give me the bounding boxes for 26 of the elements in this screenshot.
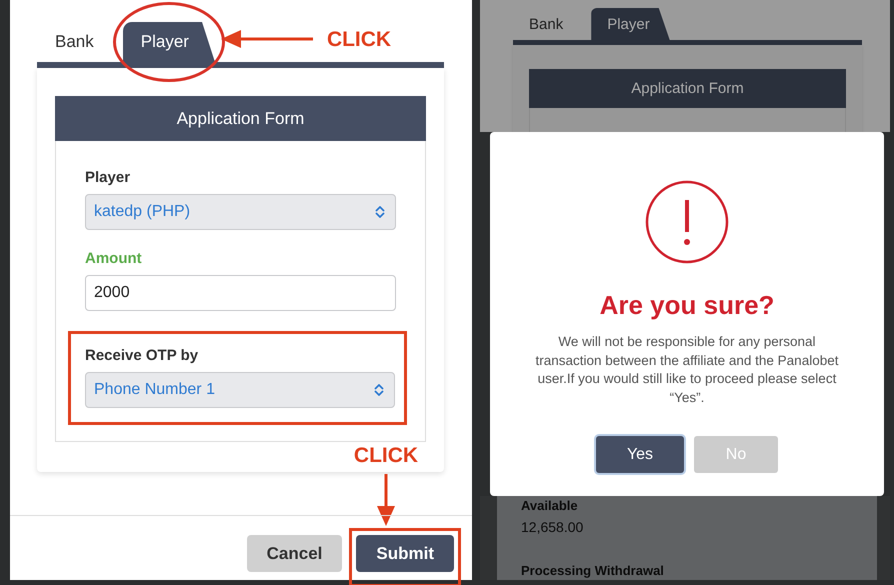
callout-label: CLICK — [326, 28, 392, 52]
select-field[interactable]: katedp (PHP) — [85, 194, 396, 230]
form-header: Application Form — [529, 69, 846, 108]
field-label: Processing Withdrawal — [521, 563, 665, 578]
tab[interactable]: Bank — [37, 22, 112, 62]
form-header: Application Form — [55, 96, 426, 141]
tab[interactable]: Bank — [513, 8, 580, 40]
select-field[interactable]: Phone Number 1 — [85, 372, 395, 408]
callout-label: CLICK — [354, 444, 418, 468]
field-label: Amount — [85, 250, 143, 267]
chevron-icon — [374, 383, 384, 397]
warning-icon — [645, 180, 729, 264]
tab[interactable]: Player — [591, 8, 670, 40]
field-value: 12,658.00 — [521, 519, 584, 535]
dialog-message: We will not be responsible for any personal transaction between the affiliate and the Panalobet user.If you would still like to proceed please select “Yes”. — [534, 333, 840, 407]
input-field[interactable]: 2000 — [85, 275, 396, 311]
field-label: Receive OTP by — [85, 347, 200, 364]
submit-button[interactable]: Submit — [356, 535, 454, 572]
yes-button[interactable]: Yes — [596, 436, 684, 474]
dialog-title: Are you sure? — [600, 290, 774, 322]
tab[interactable]: Player — [122, 22, 215, 62]
chevron-icon — [375, 205, 385, 219]
field-label: Player — [85, 169, 132, 186]
arrow-icon — [377, 474, 395, 526]
cancel-button[interactable]: Cancel — [246, 535, 342, 572]
field-label: Available — [521, 498, 579, 513]
